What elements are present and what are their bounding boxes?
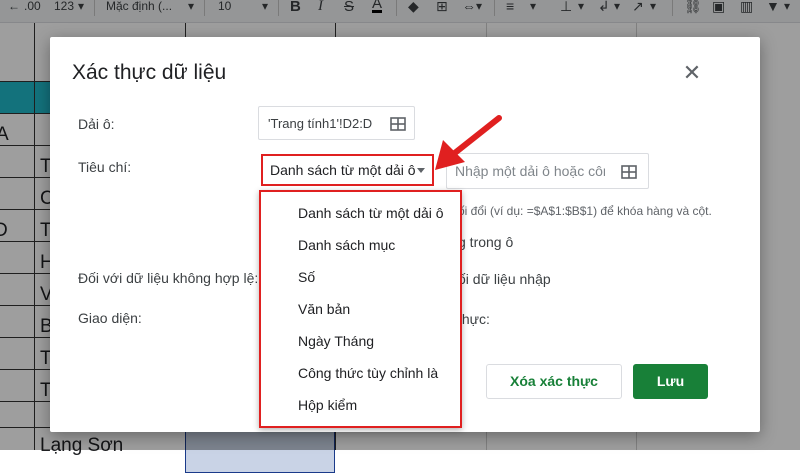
- help-text-option[interactable]: thực:: [458, 311, 490, 327]
- range-label: Dải ô:: [78, 116, 115, 132]
- remove-validation-button[interactable]: Xóa xác thực: [486, 364, 622, 399]
- red-arrow-annotation: [435, 115, 502, 170]
- criteria-menu: Danh sách từ một dải ô Danh sách mục Số …: [259, 190, 462, 428]
- chevron-down-icon: [417, 168, 425, 173]
- appearance-label: Giao diện:: [78, 310, 142, 326]
- menu-item-date[interactable]: Ngày Tháng: [298, 333, 374, 349]
- save-button[interactable]: Lưu: [633, 364, 708, 399]
- close-icon[interactable]: ✕: [682, 62, 702, 84]
- menu-item-checkbox[interactable]: Hộp kiểm: [298, 397, 357, 413]
- dialog-title: Xác thực dữ liệu: [72, 61, 227, 84]
- cell-range-value: 'Trang tính1'!D2:D: [268, 116, 373, 131]
- reject-input-option[interactable]: ối dữ liệu nhập: [458, 271, 551, 287]
- cell-range-field[interactable]: 'Trang tính1'!D2:D: [258, 106, 415, 140]
- criteria-label: Tiêu chí:: [78, 159, 132, 175]
- criteria-selected-value: Danh sách từ một dải ô: [270, 162, 416, 178]
- menu-item-text[interactable]: Văn bản: [298, 301, 350, 317]
- menu-item-item-list[interactable]: Danh sách mục: [298, 237, 395, 253]
- absolute-reference-hint: ối đổi (ví dụ: =$A$1:$B$1) để khóa hàng …: [458, 204, 712, 218]
- invalid-data-label: Đối với dữ liệu không hợp lệ:: [78, 270, 259, 286]
- select-range-icon[interactable]: [390, 117, 406, 131]
- show-dropdown-checkbox-label: g trong ô: [458, 234, 514, 250]
- menu-item-number[interactable]: Số: [298, 269, 315, 285]
- select-range-icon[interactable]: [621, 165, 637, 179]
- menu-item-custom-formula[interactable]: Công thức tùy chỉnh là: [298, 365, 438, 381]
- menu-item-range-list[interactable]: Danh sách từ một dải ô: [298, 205, 444, 221]
- criteria-dropdown[interactable]: Danh sách từ một dải ô: [261, 154, 434, 186]
